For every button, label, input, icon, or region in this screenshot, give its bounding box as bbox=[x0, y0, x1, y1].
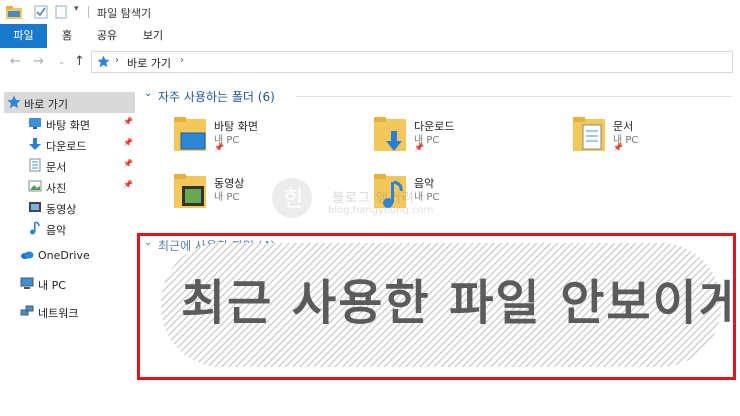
sidebar-item-desktop[interactable]: 바탕 화면 📌 bbox=[0, 113, 137, 134]
sidebar-item-label: 바탕 화면 bbox=[46, 119, 90, 132]
up-arrow-icon[interactable]: ↑ bbox=[74, 54, 85, 69]
recent-locations-chevron-icon[interactable]: ⌄ bbox=[58, 57, 66, 67]
frequent-folders-header[interactable]: 자주 사용하는 폴더 (6) bbox=[158, 88, 275, 105]
sidebar-item-label: OneDrive bbox=[38, 249, 90, 262]
section-divider bbox=[296, 96, 732, 97]
video-folder-icon bbox=[174, 174, 206, 208]
document-icon bbox=[29, 158, 41, 172]
pin-icon: 📌 bbox=[613, 143, 623, 152]
folder-location: 내 PC bbox=[214, 192, 240, 203]
sidebar-item-videos[interactable]: 동영상 bbox=[0, 197, 137, 218]
music-note-icon bbox=[30, 221, 40, 235]
sidebar-item-label: 동영상 bbox=[46, 203, 77, 216]
sidebar-item-onedrive[interactable]: OneDrive bbox=[0, 245, 137, 266]
pin-icon[interactable]: 📌 bbox=[123, 138, 133, 147]
folder-desktop[interactable]: 바탕 화면 내 PC 📌 bbox=[174, 115, 354, 161]
address-bar[interactable]: › 바로 가기 › bbox=[91, 51, 733, 73]
sidebar-item-label: 사진 bbox=[46, 182, 67, 195]
sidebar-item-documents[interactable]: 문서 📌 bbox=[0, 155, 137, 176]
sidebar-item-pictures[interactable]: 사진 📌 bbox=[0, 176, 137, 197]
sidebar-item-downloads[interactable]: 다운로드 📌 bbox=[0, 134, 137, 155]
breadcrumb-quick-access[interactable]: 바로 가기 bbox=[127, 55, 171, 71]
sidebar-item-label: 음악 bbox=[46, 224, 67, 237]
sidebar-item-network[interactable]: 네트워크 bbox=[0, 301, 137, 322]
breadcrumb-chevron-icon[interactable]: › bbox=[180, 55, 184, 66]
sidebar-item-label: 바로 가기 bbox=[24, 98, 68, 111]
watermark-url: blog.hangyeong.com bbox=[328, 205, 434, 216]
sidebar-item-label: 내 PC bbox=[38, 279, 66, 292]
desktop-icon bbox=[29, 118, 41, 129]
computer-icon bbox=[20, 277, 34, 289]
network-icon bbox=[20, 305, 34, 316]
download-arrow-icon bbox=[29, 138, 41, 150]
pin-icon[interactable]: 📌 bbox=[123, 180, 133, 189]
tab-home[interactable]: 홈 bbox=[56, 24, 78, 48]
quick-access-dropdown-icon[interactable]: ▾ bbox=[74, 4, 79, 14]
title-bar: ▾ 파일 탐색기 bbox=[0, 0, 740, 25]
documents-folder-icon bbox=[573, 117, 605, 151]
pin-icon: 📌 bbox=[214, 143, 224, 152]
star-icon bbox=[97, 55, 110, 68]
folder-app-icon[interactable] bbox=[6, 5, 22, 19]
desktop-folder-icon bbox=[174, 117, 206, 151]
highlight-box bbox=[137, 233, 736, 380]
blog-watermark: 힌 블로그 앵커려 blog.hangyeong.com bbox=[262, 176, 482, 220]
ribbon-tabs: 파일 홈 공유 보기 bbox=[0, 24, 740, 49]
sidebar-item-label: 문서 bbox=[46, 161, 67, 174]
breadcrumb-chevron-icon[interactable]: › bbox=[115, 55, 119, 66]
watermark-logo-icon: 힌 bbox=[272, 178, 312, 218]
pin-icon[interactable]: 📌 bbox=[123, 117, 133, 126]
sidebar-item-quick-access[interactable]: 바로 가기 bbox=[4, 92, 135, 113]
sidebar-item-label: 네트워크 bbox=[38, 307, 79, 320]
collapse-chevron-icon[interactable]: ⌄ bbox=[144, 88, 152, 99]
folder-downloads[interactable]: 다운로드 내 PC 📌 bbox=[374, 115, 554, 161]
folder-documents[interactable]: 문서 내 PC 📌 bbox=[573, 115, 740, 161]
svg-text:힌: 힌 bbox=[283, 187, 303, 212]
cloud-icon bbox=[21, 251, 34, 259]
forward-arrow-icon[interactable]: → bbox=[33, 54, 44, 69]
sidebar-item-this-pc[interactable]: 내 PC bbox=[0, 273, 137, 294]
video-icon bbox=[29, 202, 41, 212]
tab-view[interactable]: 보기 bbox=[140, 24, 166, 48]
pictures-icon bbox=[28, 180, 42, 192]
pin-icon: 📌 bbox=[414, 143, 424, 152]
back-arrow-icon[interactable]: ← bbox=[10, 54, 21, 69]
tab-share[interactable]: 공유 bbox=[92, 24, 122, 48]
tab-file[interactable]: 파일 bbox=[0, 24, 47, 48]
star-icon bbox=[7, 95, 21, 109]
download-folder-icon bbox=[374, 117, 406, 151]
sidebar-item-label: 다운로드 bbox=[46, 140, 87, 153]
properties-icon[interactable] bbox=[34, 5, 48, 19]
window-title: 파일 탐색기 bbox=[97, 7, 152, 20]
watermark-text: 블로그 앵커려 bbox=[332, 191, 415, 206]
title-separator bbox=[88, 6, 89, 18]
sidebar-item-music[interactable]: 음악 bbox=[0, 218, 137, 239]
pin-icon[interactable]: 📌 bbox=[123, 159, 133, 168]
new-folder-icon[interactable] bbox=[54, 5, 68, 19]
navigation-pane: 바로 가기 바탕 화면 📌 다운로드 📌 문서 📌 사진 📌 동영상 음악 On… bbox=[0, 85, 137, 416]
